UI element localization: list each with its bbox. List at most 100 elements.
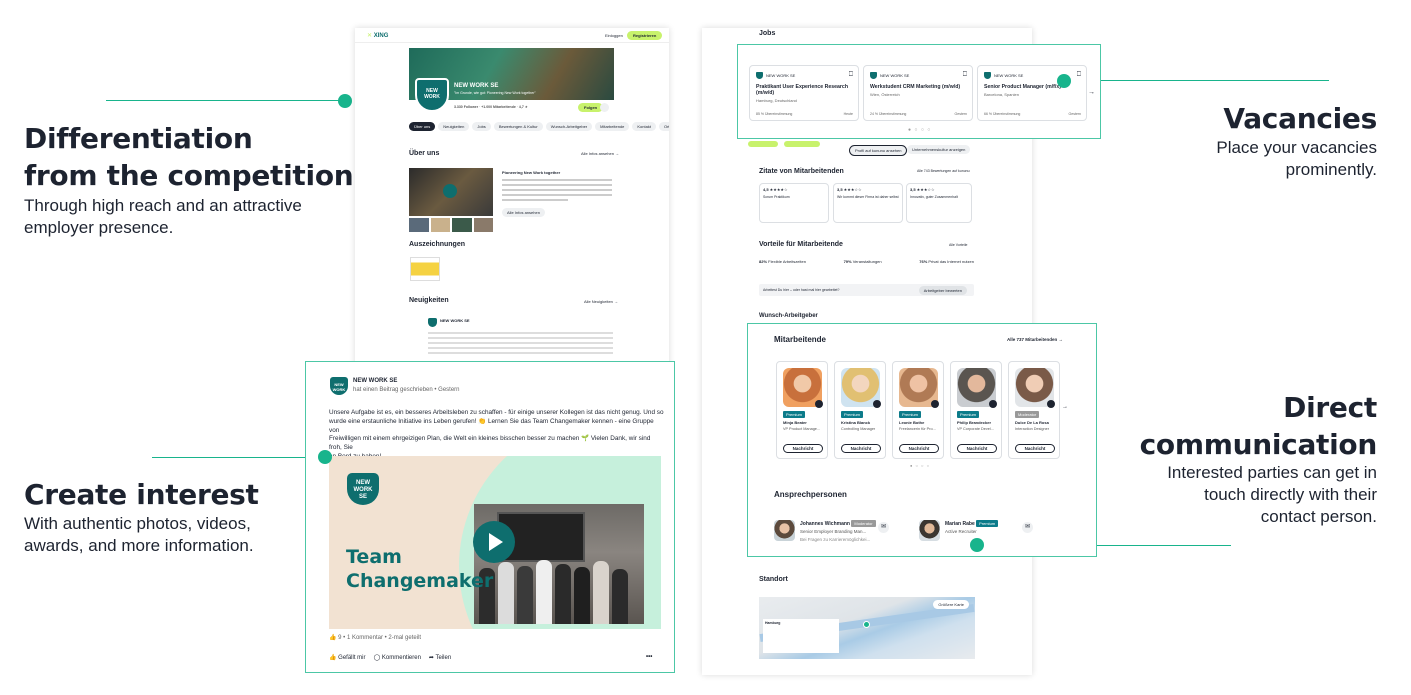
bookmark-icon[interactable]: ⎕ bbox=[849, 71, 853, 79]
differentiation-title: Differentiation from the competition bbox=[24, 122, 354, 192]
more-button[interactable] bbox=[600, 103, 609, 112]
job-card[interactable]: NEW WORK SE ⎕ Praktikant User Experience… bbox=[749, 65, 859, 121]
contact-note: Bei Fragen zu Karrieremöglichkei... bbox=[800, 537, 871, 542]
map-larger-button[interactable]: Größere Karte bbox=[933, 600, 969, 609]
tab-contact[interactable]: Kontakt bbox=[632, 122, 656, 131]
next-arrow-icon[interactable]: → bbox=[1088, 89, 1095, 96]
video-title: Team Changemaker bbox=[346, 546, 494, 592]
jobs-callout: NEW WORK SE ⎕ Praktikant User Experience… bbox=[737, 44, 1101, 139]
award-badge[interactable] bbox=[410, 257, 440, 281]
job-match: 24 % Übereinstimmung bbox=[870, 112, 907, 116]
benefits-list: 82% Flexible Arbeitszeiten 79% Veranstal… bbox=[759, 259, 974, 264]
about-more-button[interactable]: Alle Infos ansehen bbox=[502, 208, 545, 217]
wish-employer-title: Wunsch-Arbeitgeber bbox=[759, 313, 818, 319]
company-logo bbox=[428, 318, 437, 327]
bookmark-icon[interactable]: ⎕ bbox=[963, 71, 967, 79]
carousel-dots: ● ○ ○ ○ bbox=[908, 127, 932, 133]
contact-avatar[interactable] bbox=[774, 520, 795, 541]
job-title: Praktikant User Experience Research (m/w… bbox=[756, 84, 848, 96]
contact-role: Active Recruiter bbox=[945, 529, 977, 534]
register-button[interactable]: Registrieren bbox=[627, 31, 663, 40]
quote-card[interactable]: 4,5 ★★★★☆ Scrum Praktikum bbox=[759, 183, 829, 223]
job-match: 85 % Übereinstimmung bbox=[756, 112, 793, 116]
employee-card[interactable]: Moderator Dulce De La Rosa Interaction D… bbox=[1008, 361, 1060, 459]
message-icon[interactable]: ✉ bbox=[1022, 522, 1033, 533]
kununu-profile-button[interactable]: Profil auf kununu ansehen bbox=[849, 145, 908, 156]
play-icon[interactable] bbox=[473, 521, 515, 563]
rate-employer-button[interactable]: Arbeitgeber bewerten bbox=[918, 286, 967, 295]
connector-line bbox=[106, 100, 344, 101]
share-button[interactable]: ➦ Teilen bbox=[429, 654, 451, 661]
message-button[interactable]: Nachricht bbox=[1015, 444, 1055, 453]
login-link[interactable]: Einloggen bbox=[605, 33, 623, 38]
job-company: NEW WORK SE bbox=[994, 73, 1024, 78]
status-badge bbox=[873, 400, 881, 408]
employee-card[interactable]: Premium Philip Brandecker VP Corporate D… bbox=[950, 361, 1002, 459]
carousel-dots: ● ○ ○ ○ bbox=[910, 463, 930, 468]
job-card[interactable]: NEW WORK SE ⎕ Senior Product Manager (m/… bbox=[977, 65, 1087, 121]
employees-link[interactable]: Alle 737 Mitarbeitenden → bbox=[1007, 337, 1063, 342]
tab-about[interactable]: Über uns bbox=[409, 122, 436, 131]
job-company: NEW WORK SE bbox=[766, 73, 796, 78]
about-heading: Pioneering New Work together bbox=[502, 170, 561, 175]
job-card[interactable]: NEW WORK SE ⎕ Werkstudent CRM Marketing … bbox=[863, 65, 973, 121]
next-arrow-icon[interactable]: → bbox=[1062, 404, 1068, 410]
benefit-item: 79% Veranstaltungen bbox=[843, 259, 882, 264]
post-author[interactable]: NEW WORK SE bbox=[353, 378, 397, 384]
message-icon[interactable]: ✉ bbox=[878, 522, 889, 533]
moderator-badge: Moderator bbox=[1015, 411, 1040, 418]
benefits-title: Vorteile für Mitarbeitende bbox=[759, 241, 843, 248]
company-name: NEW WORK SE bbox=[454, 83, 499, 89]
tab-news[interactable]: Neuigkeiten bbox=[438, 122, 470, 131]
employee-card[interactable]: Premium Minja Beater VP Product Manage..… bbox=[776, 361, 828, 459]
about-title: Über uns bbox=[409, 150, 440, 157]
xing-logo[interactable]: ✕ XING bbox=[367, 32, 388, 39]
company-profile-page: ✕ XING Einloggen Registrieren NEW WORK NE… bbox=[355, 28, 669, 368]
tab-reviews[interactable]: Bewertungen & Kultur bbox=[493, 122, 543, 131]
location-map[interactable]: Hamburg Größere Karte bbox=[759, 597, 975, 659]
benefits-link[interactable]: Alle Vorteile bbox=[949, 243, 967, 247]
message-button[interactable]: Nachricht bbox=[957, 444, 997, 453]
employee-card[interactable]: Premium Leonie Bothe Freelancerin für Pr… bbox=[892, 361, 944, 459]
about-link[interactable]: Alle Infos ansehen → bbox=[581, 151, 619, 156]
tab-employees[interactable]: Mitarbeitende bbox=[595, 122, 630, 131]
author-avatar[interactable]: NEW WORK bbox=[330, 377, 348, 395]
quote-card[interactable]: 3,5 ★★★☆☆ Innovativ, guter Zusammenhalt bbox=[906, 183, 972, 223]
play-icon[interactable] bbox=[443, 184, 457, 198]
premium-badge: Premium bbox=[841, 411, 864, 418]
message-button[interactable]: Nachricht bbox=[899, 444, 939, 453]
post-stats: 👍 9 • 1 Kommentar • 2-mal geteilt bbox=[329, 635, 422, 641]
employee-role: Controlling Manager bbox=[841, 427, 876, 431]
employee-role: Freelancerin für Pro... bbox=[899, 427, 936, 431]
tab-location[interactable]: Ort bbox=[658, 122, 669, 131]
reactions-icon: 👍 bbox=[329, 635, 337, 641]
like-button[interactable]: 👍 Gefällt mir bbox=[329, 654, 366, 661]
news-link[interactable]: Alle Neuigkeiten → bbox=[584, 299, 618, 304]
benefit-item: 82% Flexible Arbeitszeiten bbox=[759, 259, 806, 264]
post-more-button[interactable]: ••• bbox=[646, 654, 652, 660]
tab-jobs[interactable]: Jobs bbox=[472, 122, 491, 131]
company-tagline: "Im Grunde, wie gut: Pioneering New Work… bbox=[454, 91, 536, 95]
quote-card[interactable]: 3,5 ★★★☆☆ Wir kommt dieser Firma ist dah… bbox=[833, 183, 903, 223]
employee-card[interactable]: Premium Kristina Blanck Controlling Mana… bbox=[834, 361, 886, 459]
new-work-logo: NEW WORK SE bbox=[347, 473, 379, 505]
contact-avatar[interactable] bbox=[919, 520, 940, 541]
map-pin-icon bbox=[863, 621, 870, 628]
culture-button[interactable]: Unternehmenskultur anzeigen bbox=[907, 145, 971, 154]
moderator-badge: Moderator bbox=[851, 520, 876, 527]
message-button[interactable]: Nachricht bbox=[783, 444, 823, 453]
bookmark-icon[interactable]: ⎕ bbox=[1077, 71, 1081, 79]
connector-dot bbox=[318, 450, 332, 464]
news-post-card: NEW WORK NEW WORK SE hat einen Beitrag ge… bbox=[305, 361, 675, 673]
quotes-link[interactable]: Alle 743 Bewertungen auf kununu bbox=[917, 169, 970, 173]
tab-employer[interactable]: Wunsch-Arbeitgeber bbox=[545, 122, 593, 131]
employees-callout: Mitarbeitende Alle 737 Mitarbeitenden → … bbox=[747, 323, 1097, 557]
post-video[interactable]: NEW WORK SE Team Changemaker bbox=[329, 456, 661, 629]
job-date: Gestern bbox=[1068, 112, 1081, 116]
connector-dot bbox=[338, 94, 352, 108]
comment-button[interactable]: ◯ Kommentieren bbox=[374, 654, 421, 661]
rating-chips bbox=[748, 141, 820, 147]
benefit-item: 76% Privat das Internet nutzen bbox=[919, 259, 974, 264]
profile-tabs: Über uns Neuigkeiten Jobs Bewertungen & Kul… bbox=[409, 122, 669, 131]
message-button[interactable]: Nachricht bbox=[841, 444, 881, 453]
